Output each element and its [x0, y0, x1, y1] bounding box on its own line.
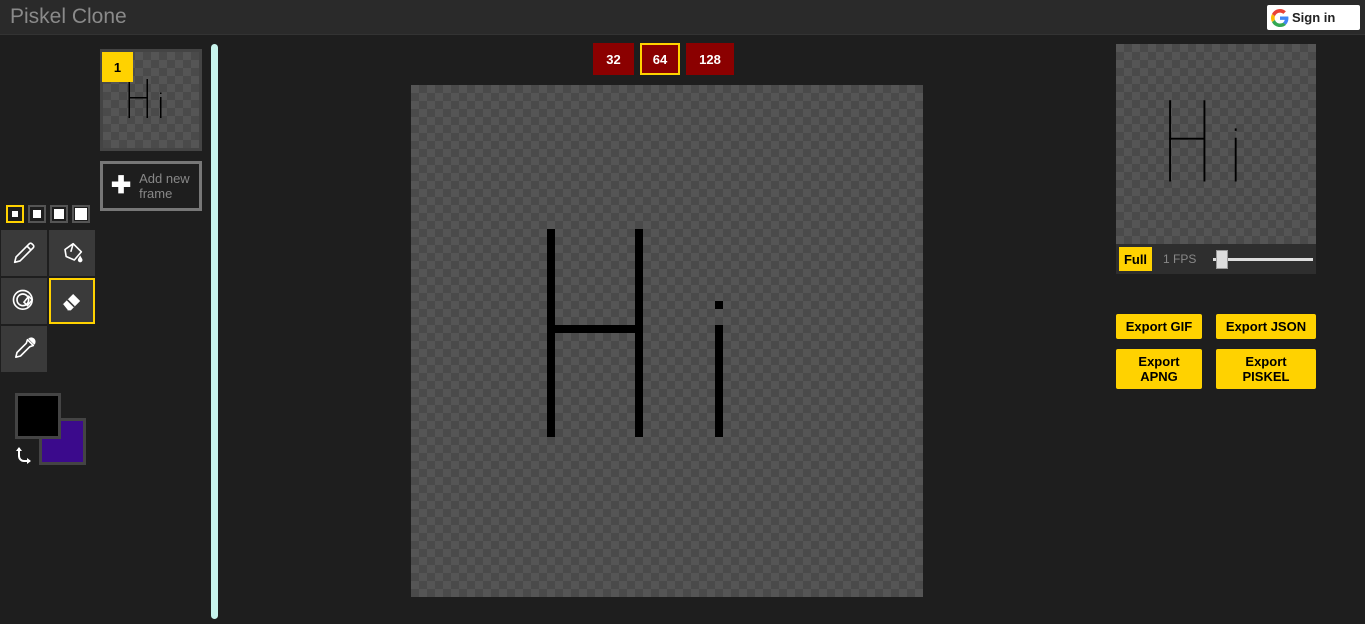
plus-icon: ✚: [111, 172, 132, 199]
same-color-fill-tool[interactable]: [1, 278, 47, 324]
export-piskel-button[interactable]: Export PISKEL: [1216, 349, 1316, 389]
eyedropper-icon: [15, 337, 36, 358]
pen-size-dot: [33, 210, 41, 218]
export-gif-button[interactable]: Export GIF: [1116, 314, 1202, 339]
pen-size-1[interactable]: [6, 205, 24, 223]
app-title: Piskel Clone: [10, 5, 127, 28]
fps-label: 1 FPS: [1163, 252, 1197, 266]
pen-size-2[interactable]: [28, 205, 46, 223]
sign-in-label: Sign in: [1292, 10, 1336, 25]
eraser-tool[interactable]: [49, 278, 95, 324]
google-icon: [1271, 8, 1289, 27]
pencil-icon: [13, 242, 35, 264]
top-bar: Piskel Clone Sign in: [0, 0, 1365, 35]
panel-divider[interactable]: [211, 44, 218, 619]
swap-colors-icon[interactable]: [14, 445, 34, 465]
google-sign-in-button[interactable]: Sign in: [1267, 5, 1360, 30]
same-color-fill-icon: [12, 289, 34, 310]
export-json-button[interactable]: Export JSON: [1216, 314, 1316, 339]
frame-number-badge: 1: [102, 52, 133, 82]
resolution-128-button[interactable]: 128: [686, 43, 734, 75]
pen-size-3[interactable]: [50, 205, 68, 223]
paint-bucket-icon: [64, 242, 83, 263]
drawing-canvas[interactable]: [411, 85, 923, 597]
pen-size-dot: [54, 209, 64, 219]
pen-size-dot: [12, 211, 18, 217]
pen-size-dot: [75, 208, 87, 220]
add-frame-label: Add new frame: [139, 171, 190, 201]
animation-preview: [1116, 44, 1316, 244]
pencil-tool[interactable]: [1, 230, 47, 276]
add-frame-button[interactable]: ✚ Add new frame: [100, 161, 202, 211]
eyedropper-tool[interactable]: [1, 326, 47, 372]
export-apng-button[interactable]: Export APNG: [1116, 349, 1202, 389]
paint-bucket-tool[interactable]: [49, 230, 95, 276]
fullscreen-button[interactable]: Full: [1119, 247, 1152, 271]
fps-slider-thumb[interactable]: [1216, 250, 1228, 269]
resolution-32-button[interactable]: 32: [593, 43, 634, 75]
preview-drawing: [1169, 100, 1237, 182]
primary-color-swatch[interactable]: [15, 393, 61, 439]
pen-size-4[interactable]: [72, 205, 90, 223]
fps-slider-track[interactable]: [1213, 258, 1313, 261]
resolution-64-button[interactable]: 64: [640, 43, 680, 75]
eraser-icon: [62, 294, 81, 311]
canvas-drawing: [547, 229, 723, 437]
